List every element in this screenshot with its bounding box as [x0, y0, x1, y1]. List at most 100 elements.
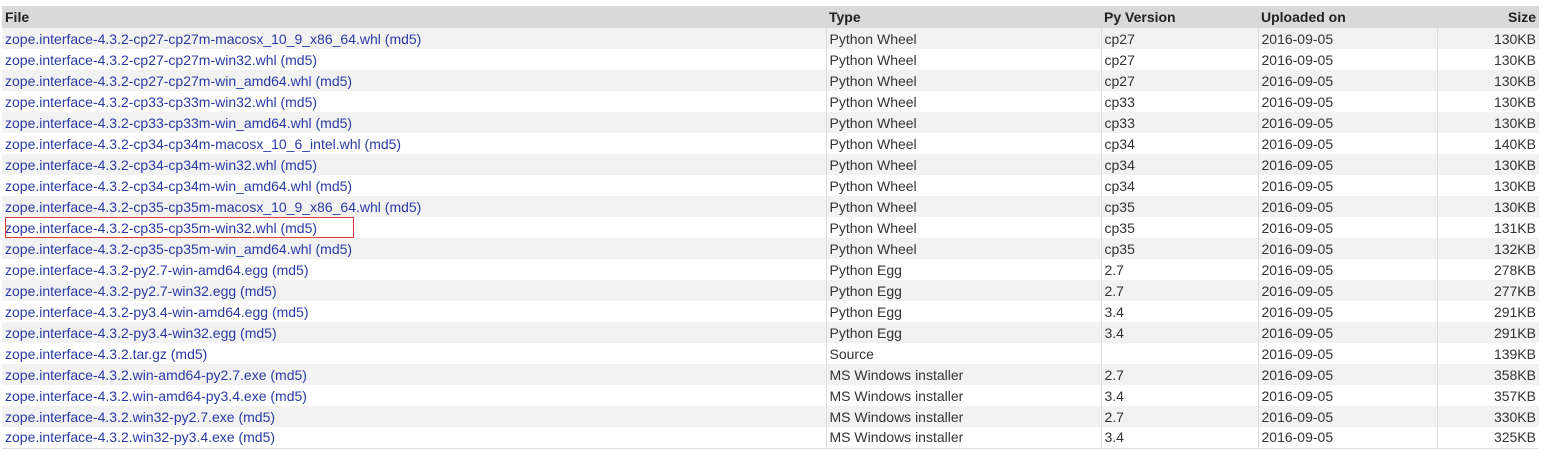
uploaded-on-cell: 2016-09-05	[1258, 91, 1438, 112]
file-download-link[interactable]: zope.interface-4.3.2-cp35-cp35m-win32.wh…	[5, 220, 277, 236]
md5-link[interactable]: (md5)	[238, 429, 275, 445]
file-download-link[interactable]: zope.interface-4.3.2.win-amd64-py2.7.exe	[5, 367, 266, 383]
md5-link[interactable]: (md5)	[280, 157, 317, 173]
md5-link[interactable]: (md5)	[272, 304, 309, 320]
size-cell: 130KB	[1493, 51, 1536, 68]
header-size[interactable]: Size	[1437, 6, 1539, 28]
uploaded-on-cell: 2016-09-05	[1258, 280, 1438, 301]
uploaded-on-cell: 2016-09-05	[1258, 112, 1438, 133]
file-download-link[interactable]: zope.interface-4.3.2-cp27-cp27m-macosx_1…	[5, 31, 381, 47]
size-cell: 131KB	[1493, 219, 1536, 236]
file-download-link[interactable]: zope.interface-4.3.2-cp27-cp27m-win_amd6…	[5, 73, 312, 89]
file-download-link[interactable]: zope.interface-4.3.2-cp33-cp33m-win_amd6…	[5, 115, 312, 131]
md5-link[interactable]: (md5)	[365, 136, 402, 152]
size-cell: 130KB	[1493, 30, 1536, 47]
file-cell: zope.interface-4.3.2-cp33-cp33m-win32.wh…	[2, 91, 827, 112]
file-download-link[interactable]: zope.interface-4.3.2-cp34-cp34m-win32.wh…	[5, 157, 277, 173]
header-uploaded-on[interactable]: Uploaded on	[1258, 6, 1437, 28]
file-download-link[interactable]: zope.interface-4.3.2-cp35-cp35m-win_amd6…	[5, 241, 312, 257]
size-cell: 291KB	[1493, 303, 1536, 320]
table-row: zope.interface-4.3.2-cp34-cp34m-win32.wh…	[2, 154, 1539, 175]
uploaded-on-cell: 2016-09-05	[1258, 70, 1438, 91]
py-version-cell	[1101, 343, 1259, 364]
md5-link[interactable]: (md5)	[385, 31, 422, 47]
table-row: zope.interface-4.3.2.tar.gz (md5) Source 2…	[2, 343, 1539, 364]
md5-link[interactable]: (md5)	[240, 283, 277, 299]
md5-link[interactable]: (md5)	[316, 115, 353, 131]
file-download-link[interactable]: zope.interface-4.3.2.tar.gz	[5, 346, 167, 362]
py-version-cell: 3.4	[1101, 322, 1259, 343]
file-download-link[interactable]: zope.interface-4.3.2.win-amd64-py3.4.exe	[5, 388, 266, 404]
header-py-version[interactable]: Py Version	[1101, 6, 1258, 28]
table-row: zope.interface-4.3.2-cp34-cp34m-win_amd6…	[2, 175, 1539, 196]
table-row: zope.interface-4.3.2-py3.4-win32.egg (md…	[2, 322, 1539, 343]
header-type[interactable]: Type	[826, 6, 1101, 28]
type-cell: Python Wheel	[826, 154, 1102, 175]
header-file[interactable]: File	[2, 6, 826, 28]
table-row: zope.interface-4.3.2-cp35-cp35m-macosx_1…	[2, 196, 1539, 217]
py-version-cell: 2.7	[1101, 364, 1259, 385]
md5-link[interactable]: (md5)	[272, 262, 309, 278]
file-download-link[interactable]: zope.interface-4.3.2-cp35-cp35m-macosx_1…	[5, 199, 381, 215]
file-download-link[interactable]: zope.interface-4.3.2-cp33-cp33m-win32.wh…	[5, 94, 277, 110]
py-version-cell: cp27	[1101, 49, 1259, 70]
table-row: zope.interface-4.3.2.win32-py3.4.exe (md…	[2, 427, 1539, 448]
table-body: zope.interface-4.3.2-cp27-cp27m-macosx_1…	[2, 28, 1539, 448]
uploaded-on-cell: 2016-09-05	[1258, 322, 1438, 343]
size-cell: 130KB	[1493, 156, 1536, 173]
md5-link[interactable]: (md5)	[316, 178, 353, 194]
table-row: zope.interface-4.3.2-cp27-cp27m-macosx_1…	[2, 28, 1539, 49]
file-download-link[interactable]: zope.interface-4.3.2-cp34-cp34m-macosx_1…	[5, 136, 361, 152]
table-row: zope.interface-4.3.2-cp27-cp27m-win_amd6…	[2, 70, 1539, 91]
uploaded-on-cell: 2016-09-05	[1258, 238, 1438, 259]
type-cell: Python Wheel	[826, 70, 1102, 91]
uploaded-on-cell: 2016-09-05	[1258, 154, 1438, 175]
uploaded-on-cell: 2016-09-05	[1258, 175, 1438, 196]
md5-link[interactable]: (md5)	[270, 388, 307, 404]
py-version-cell: 3.4	[1101, 427, 1259, 448]
type-cell: Python Wheel	[826, 28, 1102, 49]
file-download-link[interactable]: zope.interface-4.3.2-py3.4-win-amd64.egg	[5, 304, 268, 320]
size-cell: 358KB	[1493, 366, 1536, 383]
file-download-link[interactable]: zope.interface-4.3.2-py2.7-win-amd64.egg	[5, 262, 268, 278]
file-download-link[interactable]: zope.interface-4.3.2-cp27-cp27m-win32.wh…	[5, 52, 277, 68]
uploaded-on-cell: 2016-09-05	[1258, 49, 1438, 70]
size-cell: 130KB	[1493, 198, 1536, 215]
table-row: zope.interface-4.3.2-py2.7-win32.egg (md…	[2, 280, 1539, 301]
file-download-link[interactable]: zope.interface-4.3.2-cp34-cp34m-win_amd6…	[5, 178, 312, 194]
md5-link[interactable]: (md5)	[280, 94, 317, 110]
md5-link[interactable]: (md5)	[280, 52, 317, 68]
size-cell: 140KB	[1493, 135, 1536, 152]
file-cell: zope.interface-4.3.2.win32-py2.7.exe (md…	[2, 406, 827, 427]
file-download-link[interactable]: zope.interface-4.3.2-py3.4-win32.egg	[5, 325, 236, 341]
type-cell: Source	[826, 343, 1102, 364]
md5-link[interactable]: (md5)	[270, 367, 307, 383]
md5-link[interactable]: (md5)	[316, 241, 353, 257]
file-cell: zope.interface-4.3.2-py2.7-win32.egg (md…	[2, 280, 827, 301]
size-cell: 325KB	[1493, 429, 1536, 446]
md5-link[interactable]: (md5)	[385, 199, 422, 215]
file-cell: zope.interface-4.3.2.win32-py3.4.exe (md…	[2, 427, 827, 448]
uploaded-on-cell: 2016-09-05	[1258, 427, 1438, 448]
header-row: File Type Py Version Uploaded on Size	[2, 6, 1539, 28]
file-cell: zope.interface-4.3.2-cp27-cp27m-win_amd6…	[2, 70, 827, 91]
file-cell: zope.interface-4.3.2-py3.4-win-amd64.egg…	[2, 301, 827, 322]
md5-link[interactable]: (md5)	[238, 409, 275, 425]
table-row: zope.interface-4.3.2-cp33-cp33m-win32.wh…	[2, 91, 1539, 112]
file-download-link[interactable]: zope.interface-4.3.2.win32-py2.7.exe	[5, 409, 235, 425]
md5-link[interactable]: (md5)	[240, 325, 277, 341]
file-download-link[interactable]: zope.interface-4.3.2-py2.7-win32.egg	[5, 283, 236, 299]
py-version-cell: 3.4	[1101, 301, 1259, 322]
file-cell: zope.interface-4.3.2-cp33-cp33m-win_amd6…	[2, 112, 827, 133]
file-cell: zope.interface-4.3.2-cp27-cp27m-win32.wh…	[2, 49, 827, 70]
md5-link[interactable]: (md5)	[171, 346, 208, 362]
md5-link[interactable]: (md5)	[280, 220, 317, 236]
py-version-cell: cp34	[1101, 133, 1259, 154]
py-version-cell: cp34	[1101, 154, 1259, 175]
md5-link[interactable]: (md5)	[316, 73, 353, 89]
file-cell: zope.interface-4.3.2-cp27-cp27m-macosx_1…	[2, 28, 827, 49]
file-download-link[interactable]: zope.interface-4.3.2.win32-py3.4.exe	[5, 429, 235, 445]
type-cell: Python Wheel	[826, 91, 1102, 112]
size-cell: 278KB	[1493, 261, 1536, 278]
type-cell: Python Wheel	[826, 112, 1102, 133]
